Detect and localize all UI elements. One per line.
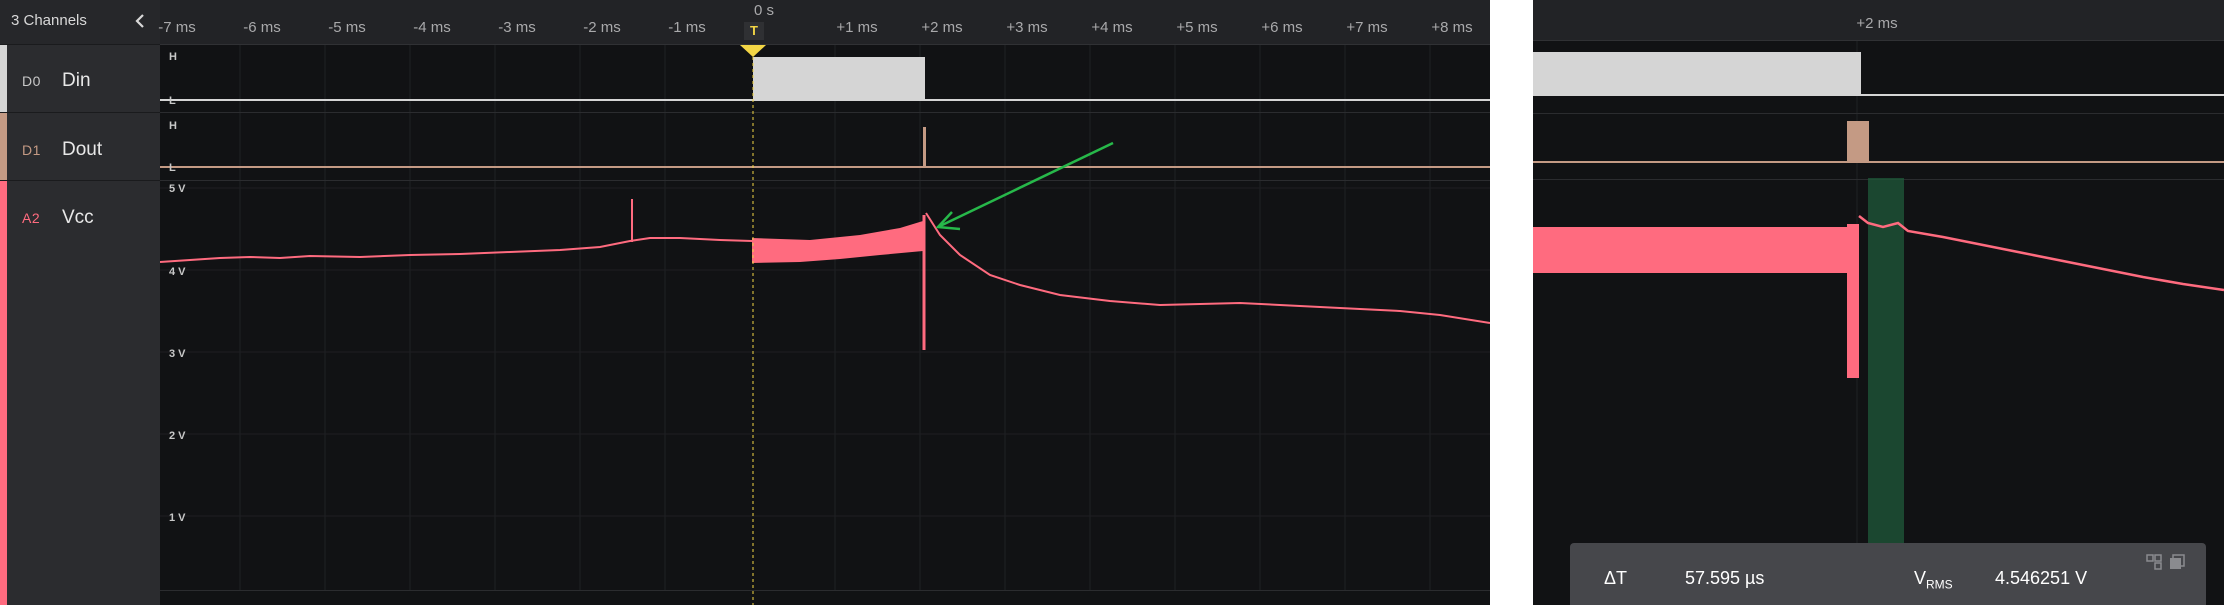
time-tick-label: +4 ms (1091, 19, 1133, 36)
channel-count-title: 3 Channels (11, 12, 87, 29)
time-tick-label: -1 ms (668, 19, 706, 36)
voltage-label: 5 V (169, 183, 186, 195)
channel-row-a2[interactable]: A2 Vcc (0, 181, 160, 605)
time-tick-label: +6 ms (1261, 19, 1303, 36)
waveform-area[interactable] (160, 45, 1490, 605)
time-tick-label: +3 ms (1006, 19, 1048, 36)
vrms-value: 4.546251 V (1995, 568, 2088, 588)
delta-t-value: 57.595 µs (1685, 568, 1765, 588)
time-tick-label: -3 ms (498, 19, 536, 36)
trigger-marker-icon[interactable] (740, 45, 766, 57)
dout-trace (160, 127, 1490, 168)
time-ruler[interactable]: +2 ms (1533, 0, 2224, 41)
vrms-label: VRMS (1914, 568, 1953, 592)
channel-name: Dout (62, 139, 103, 160)
time-tick-label: -5 ms (328, 19, 366, 36)
channel-id: D0 (22, 73, 41, 89)
dout-trace (1533, 121, 2224, 163)
time-tick-label: -2 ms (583, 19, 621, 36)
din-trace (1533, 52, 2224, 96)
channel-name: Din (62, 70, 91, 91)
time-tick-label: -6 ms (243, 19, 281, 36)
channel-id: D1 (22, 142, 41, 158)
channel-sidebar: 3 Channels D0 Din D1 Dout A2 Vcc (0, 0, 160, 605)
measurement-cursor-region[interactable] (1868, 178, 1904, 605)
time-tick-label: +7 ms (1346, 19, 1388, 36)
vrms-label-main: V (1914, 568, 1927, 588)
voltage-label: 3 V (169, 348, 186, 360)
vrms-label-sub: RMS (1926, 577, 1953, 592)
time-ruler[interactable]: 0 s -7 ms -6 ms -5 ms -4 ms -3 ms -2 ms … (158, 0, 1490, 45)
delta-t-label: ΔT (1604, 568, 1628, 588)
din-trace (160, 57, 1490, 101)
channel-row-d0[interactable]: D0 Din (0, 45, 160, 113)
low-level-label: L (169, 162, 176, 174)
sidebar-header: 3 Channels (0, 0, 160, 45)
channel-color-stripe (0, 113, 7, 180)
time-tick-label: +2 ms (921, 19, 963, 36)
time-tick-label: -4 ms (413, 19, 451, 36)
high-level-label: H (169, 51, 177, 63)
add-measurement-icon[interactable] (2145, 553, 2163, 571)
copy-measurement-icon[interactable] (2168, 553, 2186, 571)
time-tick-label: +8 ms (1431, 19, 1473, 36)
vcc-analog-trace (160, 199, 1490, 350)
channel-id: A2 (22, 210, 41, 226)
annotation-arrow-icon (935, 141, 1114, 231)
trigger-label: T (744, 22, 764, 40)
channel-color-stripe (0, 181, 7, 605)
voltage-label: 2 V (169, 430, 186, 442)
waveform-zoom-area[interactable] (1533, 41, 2224, 605)
time-tick-label: +5 ms (1176, 19, 1218, 36)
low-level-label: L (169, 95, 176, 107)
voltage-label: 1 V (169, 512, 186, 524)
time-tick-label: -7 ms (158, 19, 196, 36)
channel-row-d1[interactable]: D1 Dout (0, 113, 160, 181)
waveform-zoom-panel: +2 ms ΔT 57.595 µs VRMS 4.546251 V (1533, 0, 2224, 605)
chevron-left-icon[interactable] (132, 12, 150, 30)
measurement-bar: ΔT 57.595 µs VRMS 4.546251 V (1570, 543, 2206, 605)
time-tick-label: +1 ms (836, 19, 878, 36)
time-zero-label: 0 s (753, 2, 775, 19)
channel-color-stripe (0, 45, 7, 112)
waveform-main-panel: 3 Channels D0 Din D1 Dout A2 Vcc 0 s -7 … (0, 0, 1490, 605)
channel-name: Vcc (62, 207, 94, 228)
voltage-label: 4 V (169, 266, 186, 278)
time-tick-label: +2 ms (1856, 15, 1898, 32)
high-level-label: H (169, 120, 177, 132)
